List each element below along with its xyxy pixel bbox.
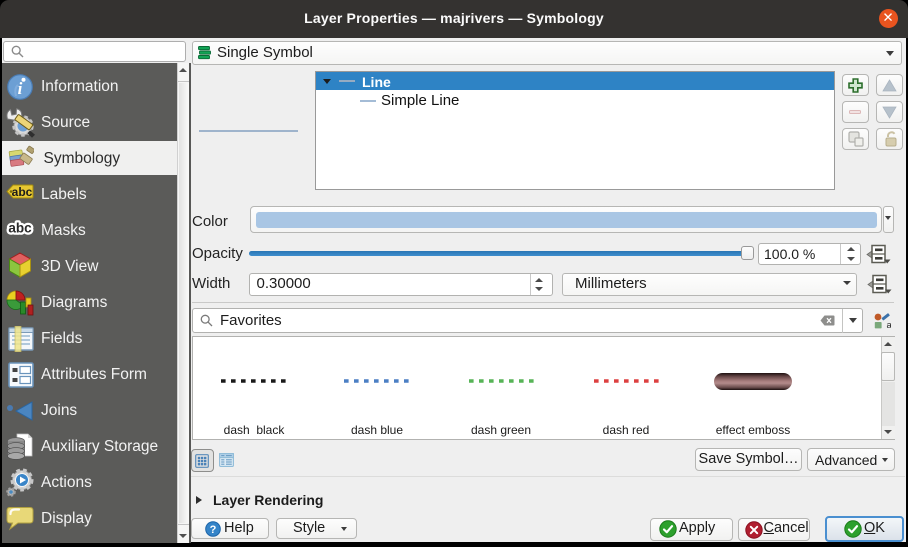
svg-text:abc: abc <box>11 185 32 199</box>
svg-text:?: ? <box>210 524 217 536</box>
svg-text:i: i <box>17 79 22 98</box>
svg-text:a: a <box>887 320 892 329</box>
svg-text:abc: abc <box>8 221 32 236</box>
